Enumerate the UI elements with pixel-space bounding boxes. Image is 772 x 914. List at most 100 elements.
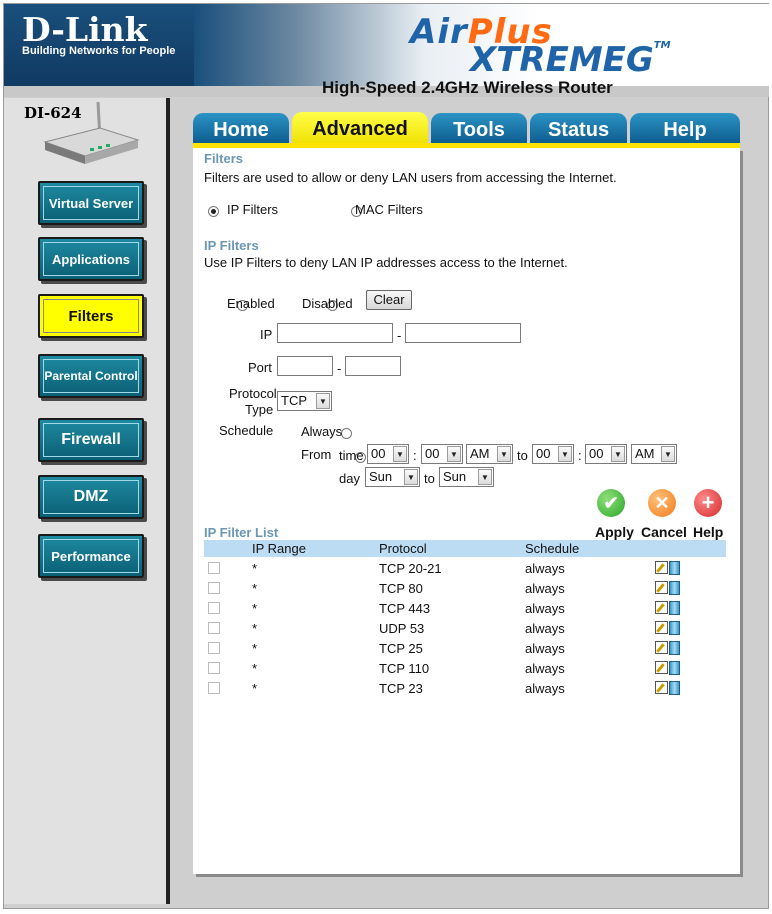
cancel-button-label[interactable]: Cancel xyxy=(641,524,687,540)
sidebar-item-dmz[interactable]: DMZ xyxy=(38,475,144,519)
start-hour-select[interactable]: 00 ▼ xyxy=(367,444,409,464)
ip-filter-list-title: IP Filter List xyxy=(204,525,279,540)
help-plus-icon[interactable]: + xyxy=(694,489,722,517)
brand-tagline: Building Networks for People xyxy=(22,45,176,57)
row-protocol: TCP 443 xyxy=(379,601,431,616)
chevron-down-icon: ▼ xyxy=(404,469,418,485)
dlink-logo: D-Link xyxy=(22,10,148,49)
schedule-always-label: Always xyxy=(301,424,343,439)
ip-filters-description: Use IP Filters to deny LAN IP addresses … xyxy=(204,255,568,270)
row-protocol: TCP 80 xyxy=(379,581,423,596)
row-schedule: always xyxy=(525,661,565,676)
row-protocol: TCP 110 xyxy=(379,661,430,676)
end-hour-select[interactable]: 00 ▼ xyxy=(532,444,574,464)
trash-icon[interactable] xyxy=(669,681,680,695)
sidebar-item-label: Performance xyxy=(43,539,139,573)
trash-icon[interactable] xyxy=(669,581,680,595)
trash-icon[interactable] xyxy=(669,601,680,615)
end-minute-select[interactable]: 00 ▼ xyxy=(585,444,627,464)
day-label: day xyxy=(339,471,360,486)
apply-checkmark-icon[interactable]: ✔ xyxy=(597,489,625,517)
ip-filters-radio[interactable] xyxy=(208,206,219,218)
trash-icon[interactable] xyxy=(669,561,680,575)
column-header-protocol: Protocol xyxy=(379,541,427,556)
mac-filters-radio-label: MAC Filters xyxy=(355,202,423,217)
start-day-select[interactable]: Sun ▼ xyxy=(365,467,420,487)
clear-button[interactable]: Clear xyxy=(366,290,412,310)
edit-icon[interactable] xyxy=(655,641,668,654)
port-start-input[interactable] xyxy=(277,356,333,376)
row-actions xyxy=(655,561,683,575)
sidebar-item-label: Applications xyxy=(43,242,139,276)
sidebar-item-performance[interactable]: Performance xyxy=(38,534,144,578)
ip-filters-title: IP Filters xyxy=(204,238,259,253)
row-schedule: always xyxy=(525,601,565,616)
row-checkbox[interactable] xyxy=(208,682,220,694)
sidebar-item-applications[interactable]: Applications xyxy=(38,237,144,281)
day-to-label: to xyxy=(424,471,435,486)
sidebar-item-label: Firewall xyxy=(43,423,139,457)
chevron-down-icon: ▼ xyxy=(316,393,330,409)
content-panel: Filters Filters are used to allow or den… xyxy=(193,148,740,874)
tab-status[interactable]: Status xyxy=(530,113,627,143)
tab-advanced[interactable]: Advanced xyxy=(292,112,428,145)
row-checkbox[interactable] xyxy=(208,642,220,654)
time-to-label: to xyxy=(517,448,528,463)
help-button-label[interactable]: Help xyxy=(693,524,723,540)
product-tm: TM xyxy=(653,40,671,51)
edit-icon[interactable] xyxy=(655,661,668,674)
time-colon: : xyxy=(413,448,417,463)
product-xtreme: XTREME xyxy=(470,40,626,80)
edit-icon[interactable] xyxy=(655,581,668,594)
ip-end-input[interactable] xyxy=(405,323,521,343)
ip-start-input[interactable] xyxy=(277,323,393,343)
row-ip-range: * xyxy=(252,581,258,596)
cancel-x-icon[interactable]: ✕ xyxy=(648,489,676,517)
schedule-label: Schedule xyxy=(219,423,274,438)
trash-icon[interactable] xyxy=(669,661,680,675)
start-ampm-select[interactable]: AM ▼ xyxy=(466,444,513,464)
chevron-down-icon: ▼ xyxy=(558,446,572,462)
row-ip-range: * xyxy=(252,561,258,576)
protocol-type-label: Type xyxy=(245,402,274,417)
filters-description: Filters are used to allow or deny LAN us… xyxy=(204,170,617,185)
chevron-down-icon: ▼ xyxy=(447,446,461,462)
edit-icon[interactable] xyxy=(655,681,668,694)
row-schedule: always xyxy=(525,681,565,696)
sidebar-item-parental-control[interactable]: Parental Control xyxy=(38,354,144,398)
row-actions xyxy=(655,661,683,675)
protocol-select[interactable]: TCP ▼ xyxy=(277,391,332,411)
sidebar-item-virtual-server[interactable]: Virtual Server xyxy=(38,181,144,225)
sidebar-item-firewall[interactable]: Firewall xyxy=(38,418,144,462)
tab-tools[interactable]: Tools xyxy=(431,113,527,143)
protocol-label: Protocol xyxy=(229,386,277,401)
row-ip-range: * xyxy=(252,661,258,676)
row-checkbox[interactable] xyxy=(208,602,220,614)
end-day-select[interactable]: Sun ▼ xyxy=(439,467,494,487)
edit-icon[interactable] xyxy=(655,601,668,614)
start-minute-select[interactable]: 00 ▼ xyxy=(421,444,463,464)
row-protocol: TCP 23 xyxy=(379,681,423,696)
tab-help[interactable]: Help xyxy=(630,113,740,143)
row-checkbox[interactable] xyxy=(208,622,220,634)
port-end-input[interactable] xyxy=(345,356,401,376)
time-label: time xyxy=(339,448,364,463)
row-checkbox[interactable] xyxy=(208,662,220,674)
chevron-down-icon: ▼ xyxy=(497,446,511,462)
edit-icon[interactable] xyxy=(655,561,668,574)
row-protocol: TCP 20-21 xyxy=(379,561,442,576)
trash-icon[interactable] xyxy=(669,641,680,655)
ip-filters-radio-label: IP Filters xyxy=(227,202,279,217)
main-tabs: Home Advanced Tools Status Help xyxy=(193,112,740,147)
row-schedule: always xyxy=(525,581,565,596)
tab-home[interactable]: Home xyxy=(193,113,289,143)
apply-button-label[interactable]: Apply xyxy=(595,524,634,540)
trash-icon[interactable] xyxy=(669,621,680,635)
row-checkbox[interactable] xyxy=(208,582,220,594)
row-checkbox[interactable] xyxy=(208,562,220,574)
product-subtitle: High-Speed 2.4GHz Wireless Router xyxy=(322,78,613,97)
sidebar-item-filters[interactable]: Filters xyxy=(38,294,144,338)
edit-icon[interactable] xyxy=(655,621,668,634)
end-ampm-select[interactable]: AM ▼ xyxy=(631,444,677,464)
sidebar-item-label: Filters xyxy=(43,299,139,333)
